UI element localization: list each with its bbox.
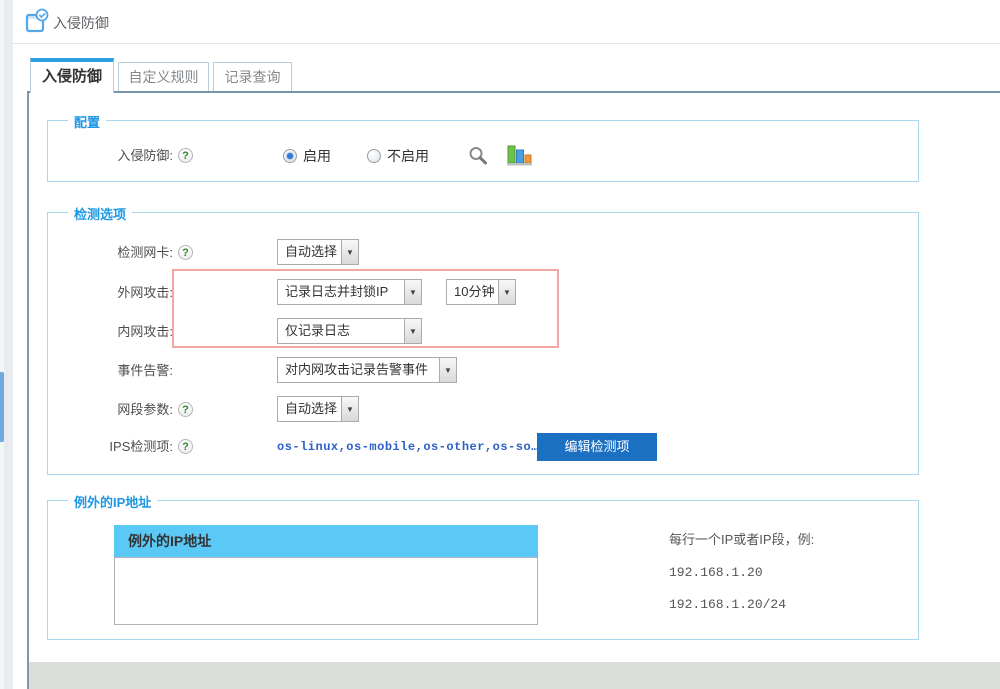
radio-disable[interactable]: 不启用: [367, 142, 429, 170]
radio-enable[interactable]: 启用: [283, 142, 331, 170]
block-duration-select[interactable]: 10分钟 ▼: [446, 279, 516, 305]
radio-button-icon: [367, 149, 381, 163]
search-icon[interactable]: [467, 145, 489, 172]
wan-attack-label: 外网攻击:: [45, 279, 173, 307]
config-legend: 配置: [68, 112, 106, 131]
help-icon[interactable]: ?: [178, 245, 193, 260]
page-title: 入侵防御: [53, 13, 109, 33]
radio-button-icon: [283, 149, 297, 163]
intrusion-prevention-label: 入侵防御:: [45, 142, 173, 170]
detect-options-legend: 检测选项: [68, 204, 132, 223]
help-icon[interactable]: ?: [178, 439, 193, 454]
footer-bar: [29, 662, 1000, 689]
exception-ip-textarea[interactable]: [114, 557, 538, 625]
bar-chart-icon[interactable]: [507, 143, 533, 172]
detect-options-fieldset: 检测选项 检测网卡: ? 自动选择 ▼ 外网攻击: 记录日志并封锁IP ▼ 10…: [47, 212, 919, 475]
edit-detect-items-button[interactable]: 编辑检测项: [537, 433, 657, 461]
left-gutter: [4, 0, 13, 689]
page: 入侵防御 入侵防御 自定义规则 记录查询 配置 入侵防御: ? 启用 不启用: [0, 0, 1000, 689]
exception-ip-table-header: 例外的IP地址: [114, 525, 538, 557]
dropdown-arrow-icon: ▼: [341, 397, 358, 421]
ips-items-label: IPS检测项:: [45, 433, 173, 461]
exception-ip-legend: 例外的IP地址: [68, 492, 157, 511]
header-divider: [13, 43, 1000, 44]
radio-disable-label: 不启用: [387, 146, 429, 166]
help-icon[interactable]: ?: [178, 402, 193, 417]
config-fieldset: 配置 入侵防御: ? 启用 不启用: [47, 120, 919, 182]
wan-attack-select[interactable]: 记录日志并封锁IP ▼: [277, 279, 422, 305]
segment-param-select[interactable]: 自动选择 ▼: [277, 396, 359, 422]
ip-hint-title: 每行一个IP或者IP段，例:: [669, 529, 814, 548]
sidebar-collapse-handle[interactable]: [0, 372, 4, 442]
lan-attack-select[interactable]: 仅记录日志 ▼: [277, 318, 422, 344]
radio-enable-label: 启用: [303, 146, 331, 166]
dropdown-arrow-icon: ▼: [404, 280, 421, 304]
tab-intrusion-prevention[interactable]: 入侵防御: [30, 58, 114, 93]
clipboard-check-icon: [25, 8, 51, 41]
event-alert-label: 事件告警:: [45, 357, 173, 385]
nic-select[interactable]: 自动选择 ▼: [277, 239, 359, 265]
segment-param-label: 网段参数:: [45, 396, 173, 424]
page-header: 入侵防御: [13, 0, 1000, 43]
event-alert-select[interactable]: 对内网攻击记录告警事件 ▼: [277, 357, 457, 383]
ips-items-value: os-linux,os-mobile,os-other,os-so…: [277, 440, 539, 454]
tab-custom-rules[interactable]: 自定义规则: [118, 62, 209, 91]
dropdown-arrow-icon: ▼: [341, 240, 358, 264]
ip-hint-example-1: 192.168.1.20: [669, 565, 763, 580]
dropdown-arrow-icon: ▼: [439, 358, 456, 382]
exception-ip-fieldset: 例外的IP地址 例外的IP地址 每行一个IP或者IP段，例: 192.168.1…: [47, 500, 919, 640]
nic-label: 检测网卡:: [45, 239, 173, 267]
help-icon[interactable]: ?: [178, 148, 193, 163]
dropdown-arrow-icon: ▼: [498, 280, 515, 304]
ip-hint-example-2: 192.168.1.20/24: [669, 597, 786, 612]
lan-attack-label: 内网攻击:: [45, 318, 173, 346]
tab-log-query[interactable]: 记录查询: [213, 62, 292, 91]
dropdown-arrow-icon: ▼: [404, 319, 421, 343]
